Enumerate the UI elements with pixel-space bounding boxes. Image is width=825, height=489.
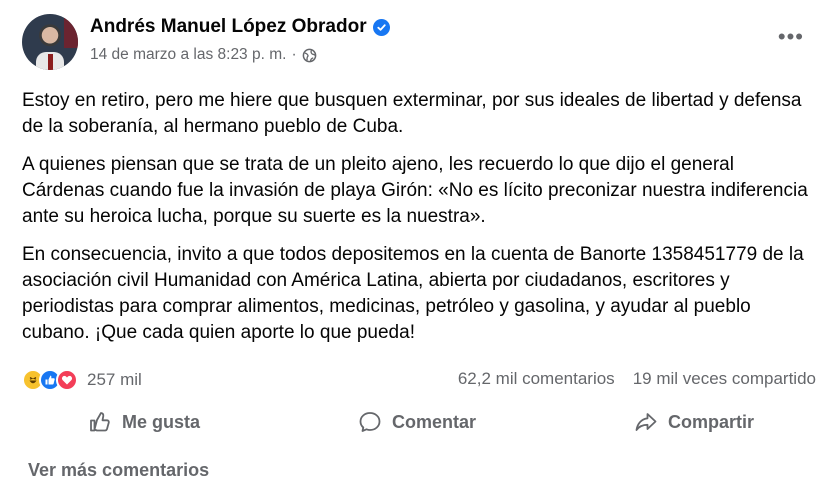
action-bar: Me gusta Comentar Compartir — [22, 400, 812, 444]
reaction-summary[interactable]: 257 mil — [22, 369, 142, 391]
comment-label: Comentar — [391, 411, 476, 432]
share-arrow-icon — [635, 413, 657, 431]
post-meta: 14 de marzo a las 8:23 p. m. · — [90, 46, 317, 64]
post-body: Estoy en retiro, pero me hiere que busqu… — [22, 88, 812, 358]
post-paragraph: A quienes piensan que se trata de un ple… — [22, 154, 808, 227]
post-stats: 257 mil 62,2 mil comentarios 19 mil vece… — [22, 366, 822, 394]
comment-button[interactable]: Comentar — [358, 410, 476, 434]
view-more-comments-link[interactable]: Ver más comentarios — [28, 460, 209, 481]
like-label: Me gusta — [122, 411, 201, 432]
love-reaction-icon — [56, 369, 78, 391]
facebook-post: Andrés Manuel López Obrador 14 de marzo … — [0, 0, 825, 489]
meta-separator: · — [291, 46, 297, 63]
share-count[interactable]: 19 mil veces compartido — [633, 369, 816, 389]
share-label: Compartir — [667, 411, 754, 432]
author-avatar[interactable] — [22, 14, 78, 70]
post-paragraph: En consecuencia, invito a que todos depo… — [22, 244, 804, 343]
thumbs-up-icon — [90, 412, 110, 432]
reaction-count: 257 mil — [87, 370, 142, 389]
engagement-counts: 62,2 mil comentarios 19 mil veces compar… — [458, 369, 816, 389]
author-row: Andrés Manuel López Obrador — [90, 16, 390, 38]
post-paragraph: Estoy en retiro, pero me hiere que busqu… — [22, 90, 802, 137]
more-options-icon[interactable]: ••• — [778, 26, 804, 48]
verified-badge-icon — [372, 18, 390, 36]
post-header: Andrés Manuel López Obrador 14 de marzo … — [22, 14, 812, 72]
comment-count[interactable]: 62,2 mil comentarios — [458, 369, 615, 389]
author-name[interactable]: Andrés Manuel López Obrador — [90, 16, 367, 38]
like-button[interactable]: Me gusta — [88, 410, 200, 434]
globe-icon[interactable] — [302, 48, 317, 63]
post-timestamp[interactable]: 14 de marzo a las 8:23 p. m. — [90, 46, 286, 64]
share-button[interactable]: Compartir — [634, 410, 754, 434]
comment-bubble-icon — [359, 412, 381, 432]
